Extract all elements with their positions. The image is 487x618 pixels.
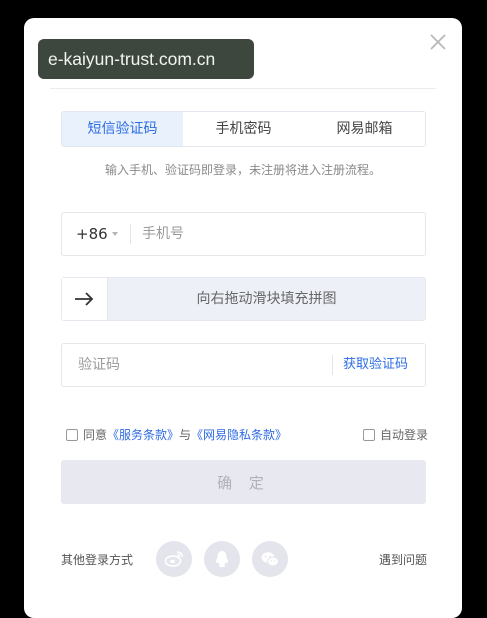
auto-login-checkbox[interactable] bbox=[362, 429, 375, 441]
country-code-select[interactable]: +86 bbox=[76, 213, 108, 255]
field-divider bbox=[332, 355, 333, 375]
other-login-label: 其他登录方式 bbox=[61, 553, 134, 567]
tab-sms-code[interactable]: 短信验证码 bbox=[62, 112, 183, 146]
weibo-icon bbox=[164, 551, 183, 567]
tab-phone-password[interactable]: 手机密码 bbox=[183, 112, 304, 146]
wechat-login-button[interactable] bbox=[252, 541, 288, 577]
agree-prefix: 同意 bbox=[83, 428, 108, 442]
close-icon[interactable] bbox=[428, 32, 448, 52]
login-dialog: 短信验证码 手机密码 网易邮箱 输入手机、验证码即登录，未注册将进入注册流程。 … bbox=[24, 18, 462, 618]
service-terms-link[interactable]: 《服务条款》 bbox=[107, 428, 179, 442]
code-input[interactable] bbox=[78, 344, 308, 386]
qq-icon bbox=[216, 551, 228, 567]
privacy-terms-link[interactable]: 《网易隐私条款》 bbox=[191, 428, 287, 442]
weibo-login-button[interactable] bbox=[156, 541, 192, 577]
confirm-button[interactable]: 确 定 bbox=[61, 460, 426, 504]
slider-instruction: 向右拖动滑块填充拼图 bbox=[196, 291, 337, 307]
code-field: 获取验证码 bbox=[61, 343, 426, 387]
arrow-right-icon bbox=[75, 292, 94, 306]
slider-handle[interactable] bbox=[62, 278, 108, 320]
slider-captcha: 向右拖动滑块填充拼图 bbox=[61, 277, 426, 321]
wechat-icon bbox=[261, 552, 279, 567]
chevron-down-icon bbox=[112, 232, 118, 236]
header-divider bbox=[50, 88, 436, 89]
tab-netease-email[interactable]: 网易邮箱 bbox=[304, 112, 425, 146]
auto-login-label: 自动登录 bbox=[379, 428, 428, 442]
get-code-button[interactable]: 获取验证码 bbox=[343, 344, 408, 386]
phone-input[interactable] bbox=[142, 213, 412, 255]
qq-login-button[interactable] bbox=[204, 541, 240, 577]
field-divider bbox=[130, 224, 131, 244]
watermark-banner: e-kaiyun-trust.com.cn bbox=[38, 39, 254, 79]
login-hint: 输入手机、验证码即登录，未注册将进入注册流程。 bbox=[104, 163, 381, 177]
agreement-row: 同意《服务条款》与《网易隐私条款》 自动登录 bbox=[66, 426, 428, 444]
help-link[interactable]: 遇到问题 bbox=[379, 551, 427, 568]
phone-field: +86 bbox=[61, 212, 426, 256]
agree-conjunction: 与 bbox=[179, 428, 192, 442]
agree-checkbox[interactable] bbox=[66, 429, 78, 441]
login-method-tabs: 短信验证码 手机密码 网易邮箱 bbox=[61, 111, 426, 147]
